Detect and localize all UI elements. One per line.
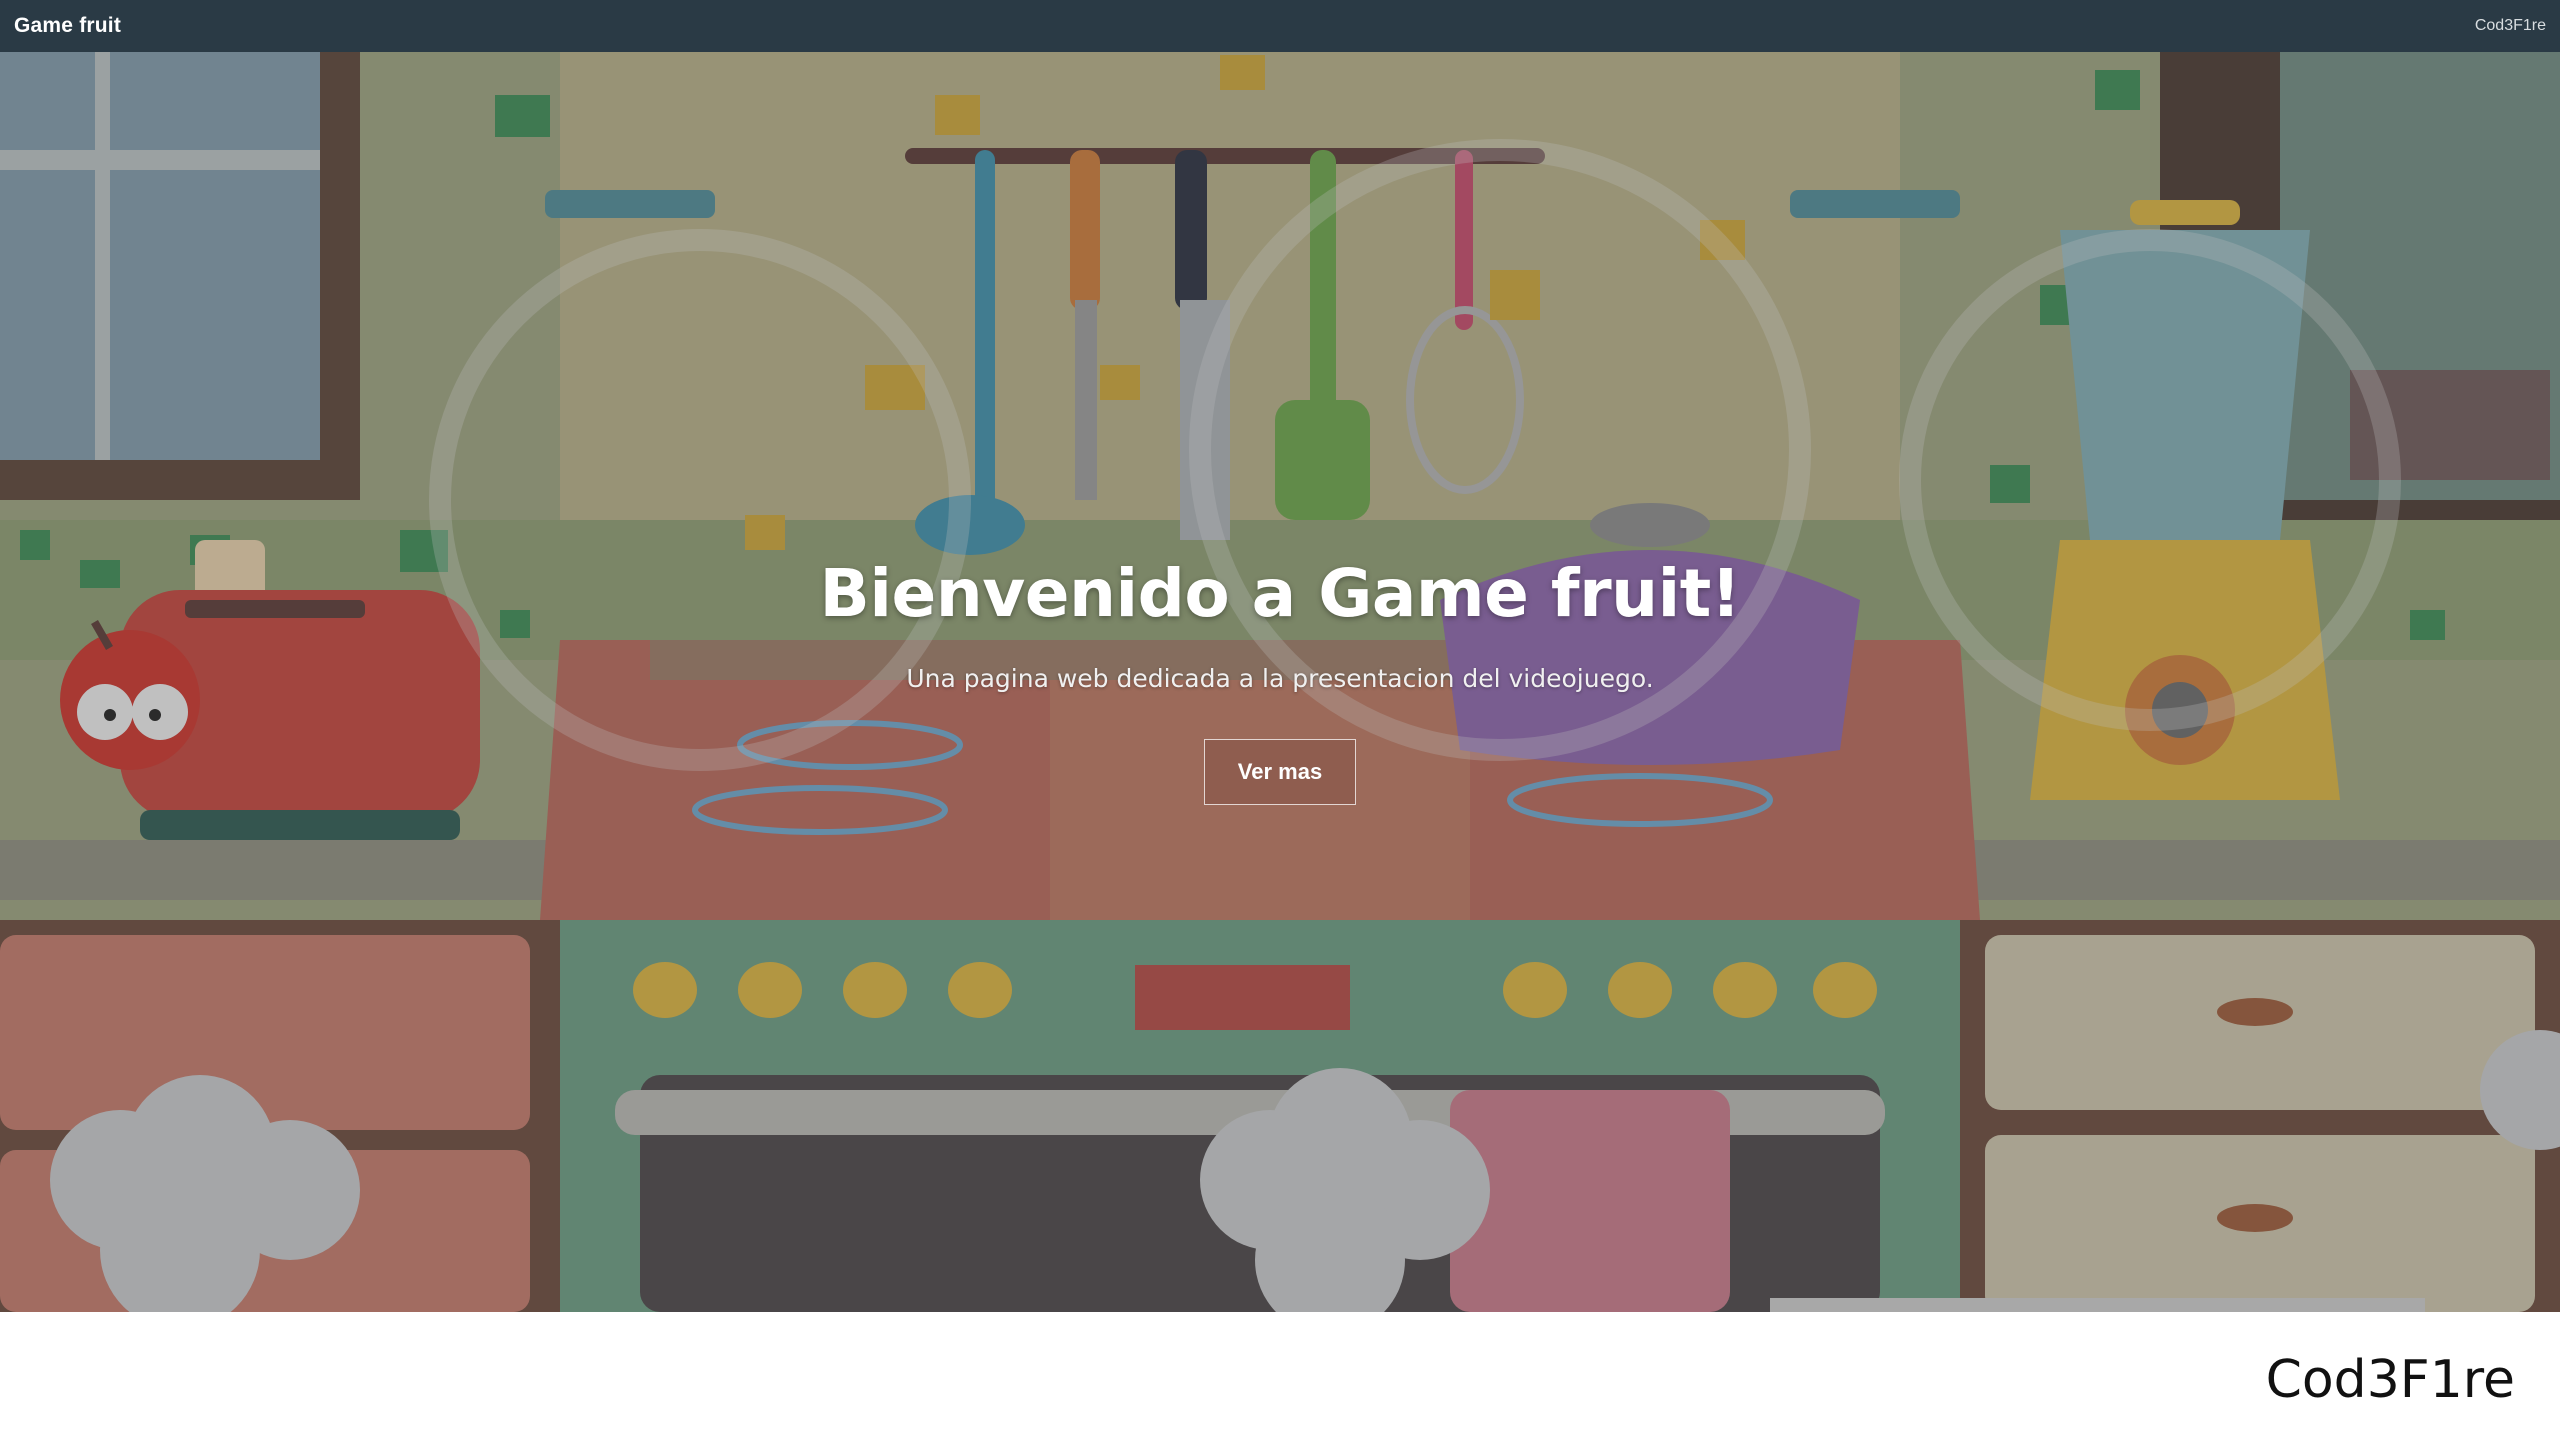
footer-author: Cod3F1re (2265, 1350, 2515, 1410)
brand-link[interactable]: Game fruit (14, 14, 121, 38)
top-navbar: Game fruit Cod3F1re (0, 0, 2560, 52)
hero-section: Bienvenido a Game fruit! Una pagina web … (0, 0, 2560, 1312)
navbar-author: Cod3F1re (2474, 17, 2546, 34)
hero-subtitle: Una pagina web dedicada a la presentacio… (906, 664, 1654, 693)
footer: Cod3F1re (0, 1312, 2560, 1440)
ver-mas-button[interactable]: Ver mas (1204, 739, 1356, 805)
hero-title: Bienvenido a Game fruit! (819, 555, 1741, 632)
hero-content: Bienvenido a Game fruit! Una pagina web … (0, 555, 2560, 805)
page: Bienvenido a Game fruit! Una pagina web … (0, 0, 2560, 1440)
